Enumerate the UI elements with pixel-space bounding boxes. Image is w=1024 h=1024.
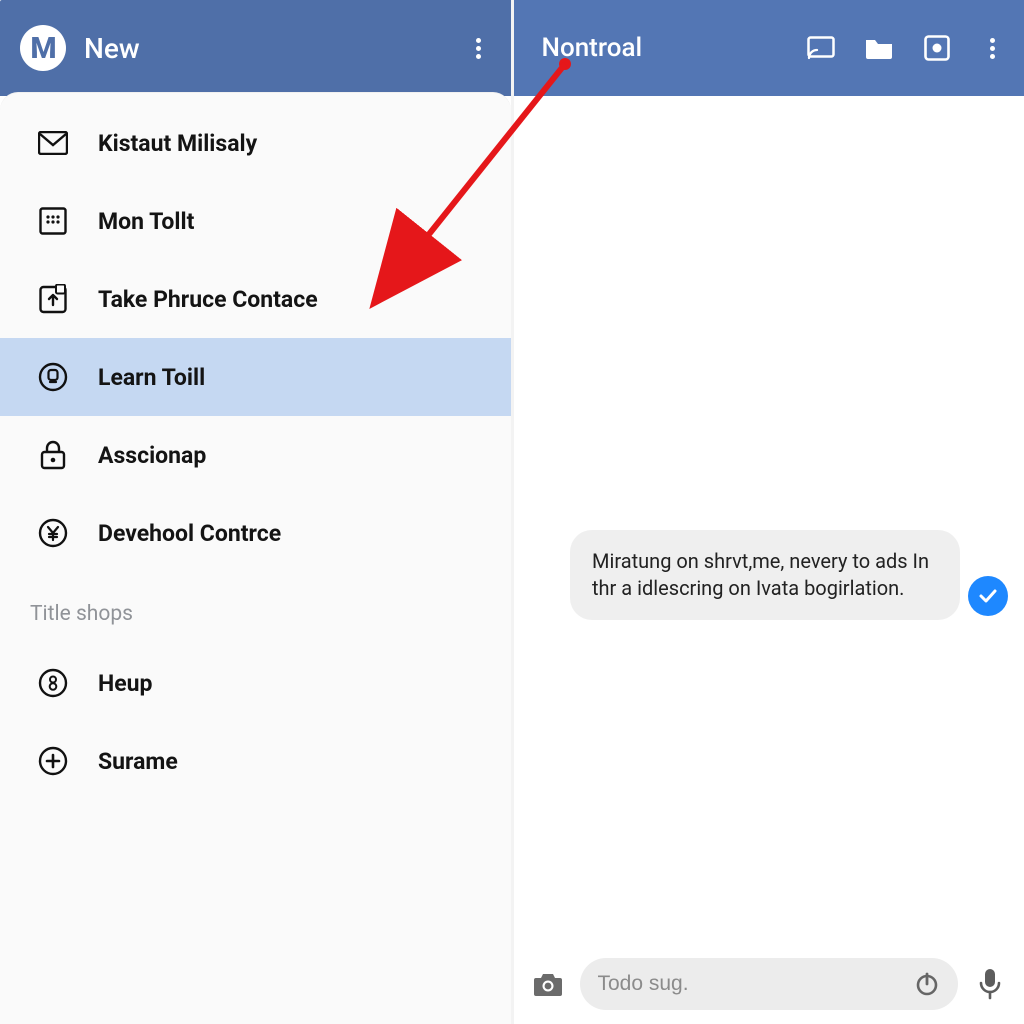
sent-check-icon <box>968 576 1008 616</box>
message-input-field[interactable] <box>580 958 959 1010</box>
envelope-icon <box>38 128 68 158</box>
right-title: Nontroal <box>542 33 807 63</box>
left-pane: M New Kistaut Milisaly <box>0 0 514 1024</box>
number-eight-icon <box>38 668 68 698</box>
plus-circle-icon <box>38 746 68 776</box>
menu-label: Asscionap <box>98 442 206 469</box>
lock-icon <box>38 440 68 470</box>
message-input[interactable] <box>598 972 905 996</box>
message-input-bar <box>514 944 1024 1024</box>
menu-item-devehool[interactable]: Devehool Contrce <box>0 494 511 572</box>
conversation-area[interactable]: Miratung on shrvt,me, nevery to ads In t… <box>514 96 1024 944</box>
menu-label: Take Phruce Contace <box>98 286 318 313</box>
menu-item-heup[interactable]: Heup <box>0 644 511 722</box>
grid-square-icon <box>38 206 68 236</box>
menu-label: Heup <box>98 670 152 697</box>
menu-item-surame[interactable]: Surame <box>0 722 511 800</box>
mic-icon[interactable] <box>972 966 1008 1002</box>
power-icon[interactable] <box>914 971 940 997</box>
left-title: New <box>84 32 467 65</box>
left-body: Kistaut Milisaly Mon Tollt <box>0 92 511 1024</box>
menu-item-montollt[interactable]: Mon Tollt <box>0 182 511 260</box>
camera-icon[interactable] <box>530 966 566 1002</box>
left-header: M New <box>0 0 511 96</box>
more-vertical-icon[interactable] <box>980 36 1004 60</box>
section-label: Title shops <box>0 572 511 644</box>
image-square-icon[interactable] <box>922 33 952 63</box>
menu-label: Learn Toill <box>98 364 205 391</box>
menu-item-learn-toill[interactable]: Learn Toill <box>0 338 511 416</box>
coin-icon <box>38 362 68 392</box>
menu-label: Kistaut Milisaly <box>98 130 257 157</box>
message-bubble[interactable]: Miratung on shrvt,me, nevery to ads In t… <box>570 530 960 620</box>
right-pane: Nontroal <box>514 0 1024 1024</box>
right-header: Nontroal <box>514 0 1024 96</box>
menu-item-take-phruce[interactable]: Take Phruce Contace <box>0 260 511 338</box>
yen-circle-icon <box>38 518 68 548</box>
upload-card-icon <box>38 284 68 314</box>
menu-item-asscionap[interactable]: Asscionap <box>0 416 511 494</box>
outgoing-message-row: Miratung on shrvt,me, nevery to ads In t… <box>570 530 1008 620</box>
menu-label: Surame <box>98 748 178 775</box>
menu-label: Mon Tollt <box>98 208 194 235</box>
header-action-icons <box>806 33 1004 63</box>
menu-item-kistaut[interactable]: Kistaut Milisaly <box>0 104 511 182</box>
logo-letter: M <box>30 31 55 66</box>
folder-icon[interactable] <box>864 33 894 63</box>
menu-label: Devehool Contrce <box>98 520 281 547</box>
more-vertical-icon[interactable] <box>467 36 491 60</box>
app-logo[interactable]: M <box>20 25 66 71</box>
cast-screen-icon[interactable] <box>806 33 836 63</box>
